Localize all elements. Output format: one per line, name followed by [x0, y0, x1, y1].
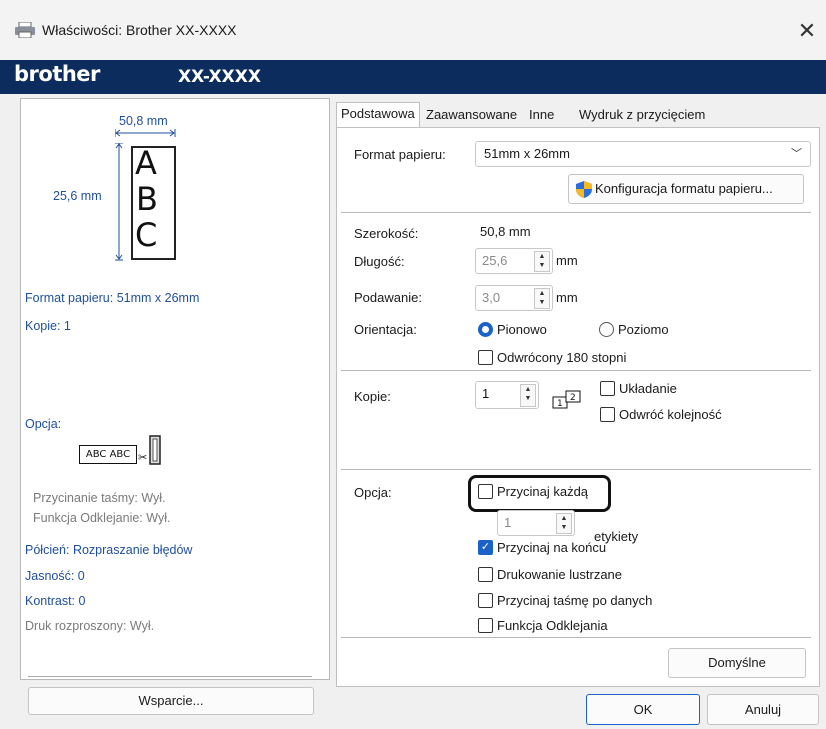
mirror-print-label: Drukowanie lustrzane — [497, 567, 623, 582]
cut-each-count: 1 — [504, 515, 512, 530]
svg-text:2: 2 — [570, 393, 576, 403]
length-value: 25,6 — [482, 253, 508, 268]
preview-letter-a: A — [135, 144, 157, 182]
shield-icon — [576, 181, 592, 198]
orientation-label: Orientacja: — [354, 322, 417, 337]
option-label: Opcja: — [354, 485, 392, 500]
divider — [341, 212, 811, 213]
paper-format-value: 51mm x 26mm — [484, 146, 570, 161]
cut-each-checkbox[interactable] — [478, 484, 493, 499]
paper-config-label: Konfiguracja formatu papieru... — [595, 181, 773, 196]
brother-logo: brother — [14, 62, 100, 86]
reverse-order-label: Odwróć kolejność — [619, 407, 722, 422]
tab-cut-print[interactable]: Wydruk z przycięciem — [575, 104, 709, 126]
tape-sample: ABC ABC — [79, 445, 137, 464]
preview-letter-c: C — [135, 216, 158, 254]
length-label: Długość: — [354, 254, 405, 269]
cut-at-end-checkbox[interactable]: ✓ — [478, 540, 493, 555]
brand-bar: brother XX-XXXX — [0, 60, 826, 94]
printer-properties-window: Właściwości: Brother XX-XXXX ✕ brother X… — [0, 0, 826, 729]
collate-pages-icon: 1 2 — [552, 390, 581, 409]
landscape-label: Poziomo — [618, 322, 669, 337]
paper-config-button[interactable]: Konfiguracja formatu papieru... — [568, 174, 804, 204]
cut-tape-after-data-label: Przycinaj taśmę po danych — [497, 593, 653, 608]
cut-tape-after-data-checkbox[interactable] — [478, 593, 493, 608]
landscape-radio[interactable] — [599, 322, 614, 337]
feed-label: Podawanie: — [354, 290, 422, 305]
feed-value: 3,0 — [482, 290, 501, 305]
copies-spinner[interactable]: 1 ▲ ▼ — [475, 381, 539, 409]
divider — [341, 637, 811, 638]
divider — [341, 469, 811, 470]
svg-text:1: 1 — [557, 399, 563, 409]
preview-peel-function: Funkcja Odklejanie: Wył. — [33, 511, 171, 525]
width-arrow-icon — [115, 129, 176, 137]
preview-paper-format: Format papieru: 51mm x 26mm — [25, 291, 200, 305]
preview-contrast: Kontrast: 0 — [25, 594, 86, 608]
close-button[interactable]: ✕ — [794, 18, 820, 44]
scissors-icon: ✂ — [138, 452, 148, 464]
printer-icon — [15, 22, 35, 38]
paper-format-label: Format papieru: — [354, 147, 446, 162]
preview-cut-tape: Przycinanie taśmy: Wył. — [33, 491, 166, 505]
preview-divider — [28, 676, 312, 677]
support-button[interactable]: Wsparcie... — [28, 687, 314, 715]
defaults-button[interactable]: Domyślne — [668, 648, 806, 678]
rotate180-checkbox[interactable] — [478, 350, 493, 365]
cut-each-label: Przycinaj każdą — [497, 484, 589, 499]
portrait-radio[interactable] — [478, 322, 493, 337]
tape-cassette-icon — [149, 435, 161, 465]
width-dimension: 50,8 mm — [119, 114, 168, 128]
copies-value: 1 — [482, 386, 490, 401]
model-name: XX-XXXX — [178, 67, 261, 87]
width-value: 50,8 mm — [480, 224, 531, 239]
spinner-arrows-icon[interactable]: ▲ ▼ — [534, 251, 550, 272]
feed-unit: mm — [556, 290, 578, 305]
preview-dither: Druk rozproszony: Wył. — [25, 619, 155, 633]
label-preview: A B C — [131, 146, 176, 260]
preview-option-title: Opcja: — [25, 417, 62, 431]
copies-label: Kopie: — [354, 389, 391, 404]
tab-basic[interactable]: Podstawowa — [336, 102, 420, 128]
preview-brightness: Jasność: 0 — [25, 569, 85, 583]
collate-checkbox[interactable] — [600, 381, 615, 396]
paper-format-select[interactable]: 51mm x 26mm ﹀ — [475, 141, 811, 167]
divider — [341, 370, 811, 371]
cut-each-spinner[interactable]: 1 ▲ ▼ — [497, 510, 575, 536]
tab-advanced[interactable]: Zaawansowane — [422, 104, 521, 126]
feed-spinner[interactable]: 3,0 ▲ ▼ — [475, 285, 553, 311]
rotate180-label: Odwrócony 180 stopni — [497, 350, 627, 365]
portrait-label: Pionowo — [497, 322, 547, 337]
length-unit: mm — [556, 253, 578, 268]
basic-settings-panel: Format papieru: 51mm x 26mm ﹀ Konfigurac… — [336, 127, 820, 687]
chevron-down-icon: ﹀ — [791, 148, 802, 160]
peel-function-label: Funkcja Odklejania — [497, 618, 608, 633]
reverse-order-checkbox[interactable] — [600, 407, 615, 422]
spinner-arrows-icon[interactable]: ▲ ▼ — [534, 288, 550, 309]
preview-panel: 50,8 mm 25,6 mm A B C Format papieru: 51… — [10, 98, 330, 723]
cancel-button[interactable]: Anuluj — [707, 694, 819, 725]
preview-halftone: Półcień: Rozpraszanie błędów — [25, 543, 193, 557]
preview-letter-b: B — [136, 180, 158, 218]
ok-button[interactable]: OK — [586, 694, 700, 725]
spinner-arrows-icon[interactable]: ▲ ▼ — [556, 513, 572, 534]
preview-copies: Kopie: 1 — [25, 319, 71, 333]
peel-function-checkbox[interactable] — [478, 618, 493, 633]
spinner-arrows-icon[interactable]: ▲ ▼ — [520, 384, 536, 407]
height-dimension: 25,6 mm — [53, 189, 102, 203]
mirror-print-checkbox[interactable] — [478, 567, 493, 582]
cut-at-end-label: Przycinaj na końcu — [497, 540, 607, 555]
tab-other[interactable]: Inne — [525, 104, 558, 126]
height-arrow-icon — [115, 143, 123, 261]
collate-label: Układanie — [619, 381, 677, 396]
window-title: Właściwości: Brother XX-XXXX — [42, 22, 237, 38]
preview-box: 50,8 mm 25,6 mm A B C Format papieru: 51… — [20, 98, 330, 680]
width-label: Szerokość: — [354, 226, 419, 241]
title-bar: Właściwości: Brother XX-XXXX ✕ — [0, 0, 826, 60]
length-spinner[interactable]: 25,6 ▲ ▼ — [475, 248, 553, 274]
